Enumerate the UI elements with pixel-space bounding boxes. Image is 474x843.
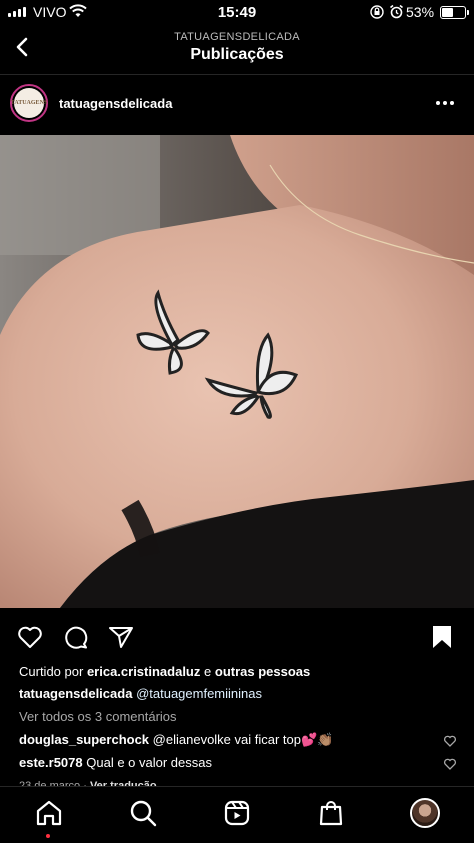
notification-dot [46, 834, 50, 838]
alarm-icon [389, 4, 404, 22]
comment-text: Qual e o valor dessas [86, 755, 212, 770]
comment-like-button[interactable] [443, 757, 457, 771]
comment-row: este.r5078 Qual e o valor dessas [19, 755, 212, 771]
share-button[interactable] [107, 623, 135, 651]
heart-icon [444, 735, 456, 747]
caption-mention[interactable]: @tatuagemfemiininas [136, 686, 262, 701]
battery-level-fill [442, 8, 453, 17]
nav-home[interactable] [34, 798, 64, 828]
header-subtitle: TATUAGENSDELICADA [174, 31, 300, 43]
share-icon [109, 627, 133, 648]
tattoo-photo [0, 135, 474, 608]
post-avatar[interactable]: TATUAGENS [10, 84, 48, 122]
comment-text: @elianevolke vai ficar top💕👏🏽 [152, 732, 334, 747]
caption: tatuagensdelicada @tatuagemfemiininas [19, 686, 262, 702]
avatar-logo-text: TATUAGENS [11, 88, 47, 118]
liked-by-user[interactable]: erica.cristinadaluz [87, 664, 200, 679]
heart-icon [18, 626, 42, 648]
comment-username[interactable]: douglas_superchock [19, 732, 149, 747]
battery-percent: 53% [406, 4, 435, 20]
nav-profile-avatar[interactable] [410, 798, 440, 828]
status-bar: VIVO 15:49 53% [0, 0, 474, 26]
comment-like-button[interactable] [443, 734, 457, 748]
comment-row: douglas_superchock @elianevolke vai fica… [19, 732, 333, 748]
heart-icon [444, 758, 456, 770]
view-all-comments-link[interactable]: Ver todos os 3 comentários [19, 709, 177, 725]
page-title: Publicações [190, 46, 284, 63]
liked-by-others[interactable]: outras pessoas [215, 664, 310, 679]
more-horizontal-icon [436, 101, 440, 105]
header-divider [0, 74, 474, 75]
bookmark-icon [433, 626, 451, 648]
nav-reels[interactable] [222, 798, 252, 828]
post-username[interactable]: tatuagensdelicada [59, 96, 172, 111]
like-button[interactable] [16, 623, 44, 651]
save-button[interactable] [428, 623, 456, 651]
battery-icon [440, 6, 469, 19]
liked-by-text: Curtido por erica.cristinadaluz e outras… [19, 664, 311, 679]
comment-button[interactable] [62, 623, 90, 651]
post-image[interactable] [0, 135, 474, 608]
comment-icon [65, 626, 88, 649]
shop-icon [319, 801, 343, 826]
reels-icon [224, 800, 250, 826]
orientation-lock-icon [370, 5, 384, 22]
home-icon [36, 800, 62, 826]
more-options-button[interactable] [436, 101, 454, 105]
nav-search[interactable] [128, 798, 158, 828]
caption-username[interactable]: tatuagensdelicada [19, 686, 132, 701]
comment-username[interactable]: este.r5078 [19, 755, 83, 770]
search-icon [130, 800, 157, 827]
nav-shop[interactable] [316, 798, 346, 828]
